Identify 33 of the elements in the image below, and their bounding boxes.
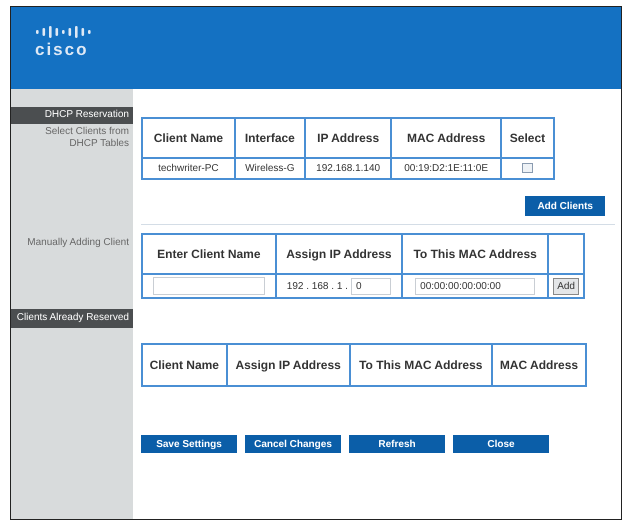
ip-last-octet-field[interactable]: 0 <box>350 278 391 294</box>
column-header: Enter Client Name <box>142 234 276 274</box>
action-button[interactable]: Refresh <box>349 435 445 453</box>
select-checkbox[interactable] <box>522 163 533 174</box>
client-name-field[interactable] <box>152 277 265 295</box>
column-header: Assign IP Address <box>226 344 350 386</box>
column-header: To This MAC Address <box>350 344 492 386</box>
ip-prefix: 192 . 168 . 1 . <box>286 280 348 294</box>
mac-address-field[interactable]: 00:00:00:00:00:00 <box>415 278 536 294</box>
column-header: MAC Address <box>391 118 501 158</box>
add-button[interactable]: Add <box>553 278 579 294</box>
logo-text: cisco <box>35 41 88 58</box>
column-header: Interface <box>234 118 305 158</box>
logo-icon <box>35 25 93 39</box>
section-heading: Clients Already Reserved <box>11 309 133 328</box>
column-header: Assign IP Address <box>276 234 402 274</box>
section-heading: DHCP Reservation <box>11 107 133 124</box>
column-header: To This MAC Address <box>402 234 548 274</box>
column-header: IP Address <box>304 118 392 158</box>
column-header: MAC Address <box>492 344 586 386</box>
section-caption: Manually Adding Client <box>26 237 130 250</box>
action-button[interactable]: Close <box>453 435 549 453</box>
section-caption: Select Clients from DHCP Tables <box>44 126 130 150</box>
action-button[interactable]: Save Settings <box>141 435 237 453</box>
table-cell: Wireless-G <box>234 158 305 179</box>
table-cell: 192.168.1.140 <box>304 158 392 179</box>
table-cell: 00:19:D2:1E:11:0E <box>391 158 501 179</box>
table-cell: techwriter-PC <box>142 158 235 179</box>
column-header: Client Name <box>142 118 235 158</box>
add-clients-button[interactable]: Add Clients <box>525 196 605 216</box>
column-header: Select <box>500 118 554 158</box>
action-button[interactable]: Cancel Changes <box>245 435 341 453</box>
column-header: Client Name <box>142 344 227 386</box>
